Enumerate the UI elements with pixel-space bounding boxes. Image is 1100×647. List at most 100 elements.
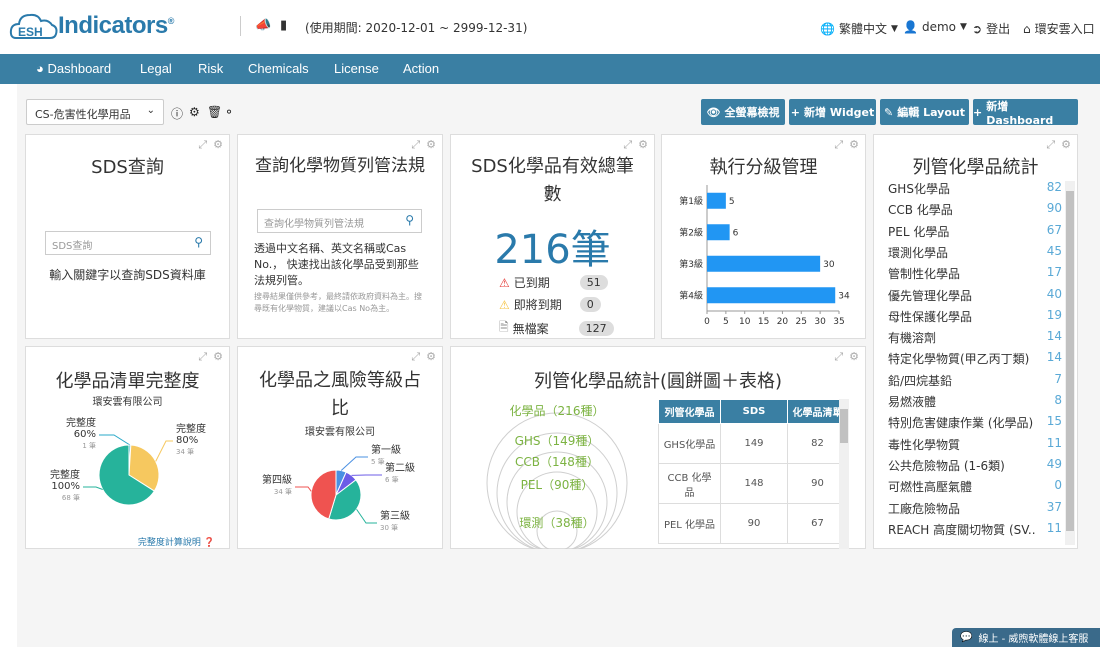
expand-icon[interactable]: ⤢ [198, 138, 207, 152]
book-icon[interactable]: ▮ [280, 18, 287, 33]
gear-icon[interactable]: ⚙ [426, 350, 436, 364]
stat-expiring[interactable]: ⚠ 即將到期 0 [499, 296, 601, 313]
list-item[interactable]: 毒性化學物質 11 [888, 436, 1062, 453]
stat-expired[interactable]: ⚠ 已到期 51 [499, 274, 608, 291]
list-item-label: 有機溶劑 [888, 331, 937, 346]
list-item[interactable]: 可燃性高壓氣體 0 [888, 478, 1062, 495]
circle-label: CCB（148種） [515, 455, 599, 469]
company-name: 環安雲有限公司 [305, 427, 375, 438]
gear-icon[interactable]: ⚙ [849, 350, 859, 364]
list-item[interactable]: 母性保護化學品 19 [888, 308, 1062, 325]
list-item[interactable]: 公共危險物品 (1-6類) 49 [888, 457, 1062, 474]
bar[interactable] [707, 287, 836, 304]
list-item[interactable]: 特定化學物質(甲乙丙丁類) 14 [888, 350, 1062, 367]
list-item[interactable]: 管制性化學品 17 [888, 265, 1062, 282]
slice-sublabel: 30 筆 [380, 523, 398, 532]
edit-layout-button[interactable]: ✎ 編輯 Layout [880, 99, 969, 125]
scrollbar[interactable] [1065, 181, 1075, 545]
expand-icon[interactable]: ⤢ [1046, 138, 1055, 152]
svg-text:ESH: ESH [18, 25, 43, 39]
expand-icon[interactable]: ⤢ [834, 138, 843, 152]
category-label: 第3級 [679, 258, 703, 270]
stat-nofile[interactable]: 🗎 無檔案 127 [499, 318, 614, 339]
nav-chemicals[interactable]: Chemicals [248, 61, 309, 76]
dashboard-select[interactable]: CS-危害性化學用品 ⌄ [26, 99, 164, 125]
list-item[interactable]: 鉛/四烷基鉛 7 [888, 372, 1062, 389]
table-cell: GHS化學品 [658, 423, 721, 464]
chat-widget[interactable]: 💬 線上 - 威煦軟體線上客服 [952, 628, 1100, 647]
widget-sds-count: ⤢ ⚙ SDS化學品有效總筆數 216筆 ⚠ 已到期 51 ⚠ 即將到期 0 🗎 … [450, 134, 655, 339]
info-icon[interactable]: ⓘ [171, 105, 183, 122]
fullscreen-button[interactable]: 👁 全螢幕檢視 [701, 99, 785, 125]
table-header: 列管化學品 [658, 399, 721, 424]
expand-icon[interactable]: ⤢ [834, 350, 843, 364]
expand-icon[interactable]: ⤢ [411, 138, 420, 152]
add-dashboard-button[interactable]: + 新增 Dashboard [973, 99, 1078, 127]
expand-icon[interactable]: ⤢ [198, 350, 207, 364]
bar[interactable] [707, 255, 821, 272]
widget-title: 列管化學品統計(圓餅圖＋表格) [533, 371, 783, 392]
gear-icon[interactable]: ⚙ [189, 105, 200, 119]
nav-legal[interactable]: Legal [140, 61, 172, 76]
x-tick-label: 5 [723, 317, 729, 327]
list-item-label: 毒性化學物質 [888, 437, 961, 452]
sds-search-input[interactable]: SDS查詢 ⚲ [45, 231, 211, 255]
table-row[interactable]: PEL 化學品 90 67 [658, 503, 848, 544]
list-item[interactable]: 特別危害健康作業 (化學品) 15 [888, 414, 1062, 431]
list-item[interactable]: 環測化學品 45 [888, 244, 1062, 261]
slice-sublabel: 34 筆 [274, 487, 292, 496]
gear-icon[interactable]: ⚙ [1061, 138, 1071, 152]
list-item-label: GHS化學品 [888, 182, 950, 196]
expand-icon[interactable]: ⤢ [623, 138, 632, 152]
nav-action[interactable]: Action [403, 61, 439, 76]
leader-line [340, 456, 368, 471]
trash-icon[interactable]: 🗑 [207, 105, 222, 119]
nav-risk[interactable]: Risk [198, 61, 223, 76]
main-nav: ◕ Dashboard Legal Risk Chemicals License… [0, 54, 1100, 84]
table-header: SDS [720, 399, 788, 424]
gear-icon[interactable]: ⚙ [849, 138, 859, 152]
expand-icon[interactable]: ⤢ [411, 350, 420, 364]
slice-sublabel: 5 筆 [371, 457, 385, 466]
bar[interactable] [707, 192, 726, 209]
reg-search-input[interactable]: 查詢化學物質列管法規 ⚲ [257, 209, 422, 233]
gear-icon[interactable]: ⚙ [638, 138, 648, 152]
list-item[interactable]: 易燃液體 8 [888, 393, 1062, 410]
list-item[interactable]: CCB 化學品 90 [888, 201, 1062, 218]
chat-bubble-icon: 💬 [960, 632, 973, 643]
share-icon[interactable]: ⚬ [224, 105, 234, 119]
table-row[interactable]: CCB 化學品 148 90 [658, 463, 848, 504]
scrollbar[interactable] [839, 399, 849, 549]
list-item[interactable]: GHS化學品 82 [888, 180, 1062, 197]
list-item[interactable]: 優先管理化學品 40 [888, 287, 1062, 304]
plus-icon: + [790, 105, 800, 119]
count-badge: 0 [579, 297, 601, 312]
nav-license[interactable]: License [334, 61, 379, 76]
language-menu[interactable]: 🌐 繁體中文 ▼ [820, 20, 898, 37]
megaphone-icon[interactable]: 📣 [255, 18, 271, 33]
list-item[interactable]: REACH 高度關切物質 (SV... 11 [888, 521, 1062, 538]
gear-icon[interactable]: ⚙ [213, 350, 223, 364]
search-icon[interactable]: ⚲ [405, 213, 414, 227]
search-icon[interactable]: ⚲ [194, 235, 203, 249]
logout-link[interactable]: ➲ 登出 [972, 20, 1010, 37]
list-item[interactable]: 工廠危險物品 37 [888, 500, 1062, 517]
list-item[interactable]: 有機溶劑 14 [888, 329, 1062, 346]
add-widget-button[interactable]: + 新增 Widget [789, 99, 876, 125]
nav-dashboard[interactable]: ◕ Dashboard [36, 61, 111, 76]
list-item[interactable]: PEL 化學品 67 [888, 223, 1062, 240]
bar[interactable] [707, 224, 730, 241]
table-row[interactable]: GHS化學品 149 82 [658, 423, 848, 464]
gear-icon[interactable]: ⚙ [213, 138, 223, 152]
portal-link[interactable]: ⌂ 環安雲入口 [1023, 20, 1095, 37]
risk-pie: 第一級5 筆第二級6 筆第三級30 筆 第四級34 筆 [262, 443, 415, 532]
list-item-label: 鉛/四烷基鉛 [888, 373, 953, 388]
portal-label: 環安雲入口 [1034, 22, 1095, 36]
brand-name[interactable]: Indicators® [58, 12, 174, 40]
completeness-help-link[interactable]: 完整度計算說明 ❓ [138, 535, 215, 548]
user-menu[interactable]: 👤 demo ▼ [903, 20, 967, 34]
home-icon: ⌂ [1023, 21, 1031, 36]
gear-icon[interactable]: ⚙ [426, 138, 436, 152]
question-icon: ❓ [203, 538, 215, 548]
user-icon: 👤 [903, 20, 918, 34]
